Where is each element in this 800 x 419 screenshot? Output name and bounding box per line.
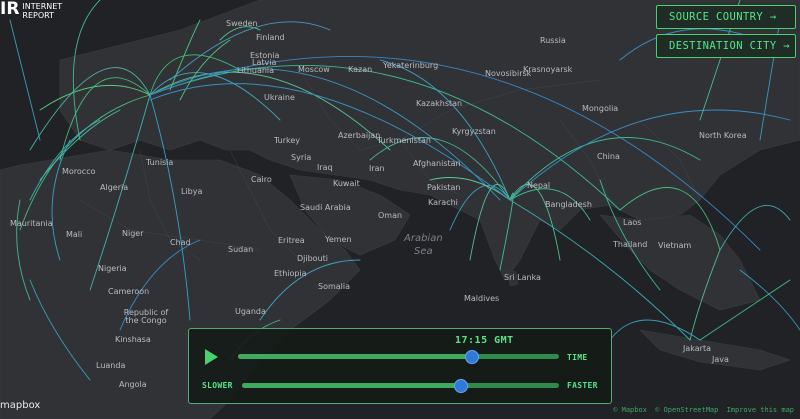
- map-label: Maldives: [464, 294, 500, 303]
- faster-label: FASTER: [567, 381, 598, 390]
- map-label: Libya: [181, 187, 203, 196]
- map-label: Russia: [540, 36, 566, 45]
- map-label: Kazan: [348, 65, 373, 74]
- map-label: Laos: [623, 218, 642, 227]
- time-slider-handle[interactable]: [465, 350, 480, 364]
- map-label: Cairo: [251, 175, 272, 184]
- map-label: Ethiopia: [274, 269, 307, 278]
- map-label: Luanda: [96, 361, 126, 370]
- attribution-mapbox-link[interactable]: © Mapbox: [613, 406, 647, 414]
- map-label: Chad: [170, 238, 191, 247]
- map-label: Moscow: [298, 65, 330, 74]
- map-label: Mauritania: [10, 219, 53, 228]
- map-label: Bangladesh: [545, 200, 592, 209]
- speed-slider-handle[interactable]: [453, 379, 468, 393]
- map-label: Ukraine: [264, 93, 295, 102]
- map-label: Yemen: [325, 235, 352, 244]
- map-label: Iraq: [317, 163, 333, 172]
- ocean-label-line1: Arabian: [404, 233, 443, 244]
- speed-slider-fill: [242, 383, 461, 388]
- map-label: Cameroon: [108, 287, 150, 296]
- map-label: Vietnam: [658, 241, 692, 250]
- brand-logo[interactable]: IR INTERNET REPORT: [0, 0, 62, 21]
- map-label: Djibouti: [297, 254, 329, 263]
- map-label: Nigeria: [98, 264, 127, 273]
- attribution: © Mapbox © OpenStreetMap Improve this ma…: [613, 406, 800, 414]
- improve-map-link[interactable]: Improve this map: [727, 406, 794, 414]
- map-label: Pakistan: [427, 183, 461, 192]
- map-label: Niger: [122, 229, 144, 238]
- mapbox-logo[interactable]: mapbox: [0, 400, 40, 411]
- time-label: TIME: [567, 353, 588, 362]
- map-label: Algeria: [100, 183, 129, 192]
- map-label: Jakarta: [683, 344, 711, 353]
- map-label: Turkmenistan: [377, 136, 431, 145]
- map-label: Sweden: [226, 19, 258, 28]
- map-label: Sudan: [228, 245, 254, 254]
- map-label: Finland: [256, 33, 285, 42]
- map-label: Yekaterinburg: [383, 61, 439, 70]
- time-slider[interactable]: [238, 350, 559, 364]
- brand-logo-mark: IR: [0, 0, 20, 19]
- map-label: Somalia: [318, 282, 351, 291]
- map-label: Angola: [119, 380, 147, 389]
- map-label: Iran: [369, 164, 385, 173]
- attribution-osm-link[interactable]: © OpenStreetMap: [655, 406, 718, 414]
- map-label: Kinshasa: [115, 335, 151, 344]
- map-label: Thailand: [613, 240, 648, 249]
- map-label: Morocco: [62, 167, 96, 176]
- map-label: Karachi: [428, 198, 458, 207]
- map-label: North Korea: [699, 131, 747, 140]
- map-label: Oman: [378, 211, 403, 220]
- brand-subtitle: INTERNET REPORT: [22, 2, 62, 20]
- time-slider-fill: [238, 354, 473, 359]
- map-label: China: [597, 152, 620, 161]
- map-label: Krasnoyarsk: [523, 65, 573, 74]
- playback-controls: 17:15 GMT TIME SLOWER FASTER: [188, 328, 612, 404]
- map-label: Nepal: [527, 181, 551, 190]
- map-label: Mongolia: [582, 104, 619, 113]
- map-label: Tunisia: [146, 158, 174, 167]
- slower-label: SLOWER: [202, 381, 233, 390]
- ocean-label: Arabian Sea: [404, 232, 443, 258]
- map-label: Kyrgyzstan: [452, 127, 496, 136]
- clock-display: 17:15 GMT: [455, 335, 514, 346]
- map-label: Kuwait: [333, 179, 360, 188]
- map-label: Sri Lanka: [504, 273, 541, 282]
- map-canvas[interactable]: Sweden Finland Russia Estonia Latvia Lit…: [0, 0, 800, 419]
- map-label: Lithuania: [237, 66, 275, 75]
- map-label: Eritrea: [278, 236, 305, 245]
- ocean-label-line2: Sea: [414, 246, 433, 257]
- map-label: Syria: [291, 153, 312, 162]
- map-label: Azerbaijan: [338, 131, 381, 140]
- map-label: Republic of the Congo: [123, 308, 169, 325]
- source-country-button[interactable]: SOURCE COUNTRY →: [656, 5, 796, 29]
- map-label: Java: [712, 355, 729, 364]
- speed-slider[interactable]: [242, 379, 559, 393]
- destination-city-button[interactable]: DESTINATION CITY →: [656, 34, 796, 58]
- map-label: Turkey: [274, 136, 301, 145]
- map-label: Afghanistan: [413, 159, 461, 168]
- play-icon[interactable]: [205, 349, 218, 365]
- brand-subtitle-line1: INTERNET: [22, 2, 63, 11]
- map-label: Uganda: [235, 307, 266, 316]
- map-label: Mali: [66, 230, 83, 239]
- brand-subtitle-line2: REPORT: [22, 11, 55, 20]
- map-label: Saudi Arabia: [300, 203, 351, 212]
- map-label: Kazakhstan: [416, 99, 463, 108]
